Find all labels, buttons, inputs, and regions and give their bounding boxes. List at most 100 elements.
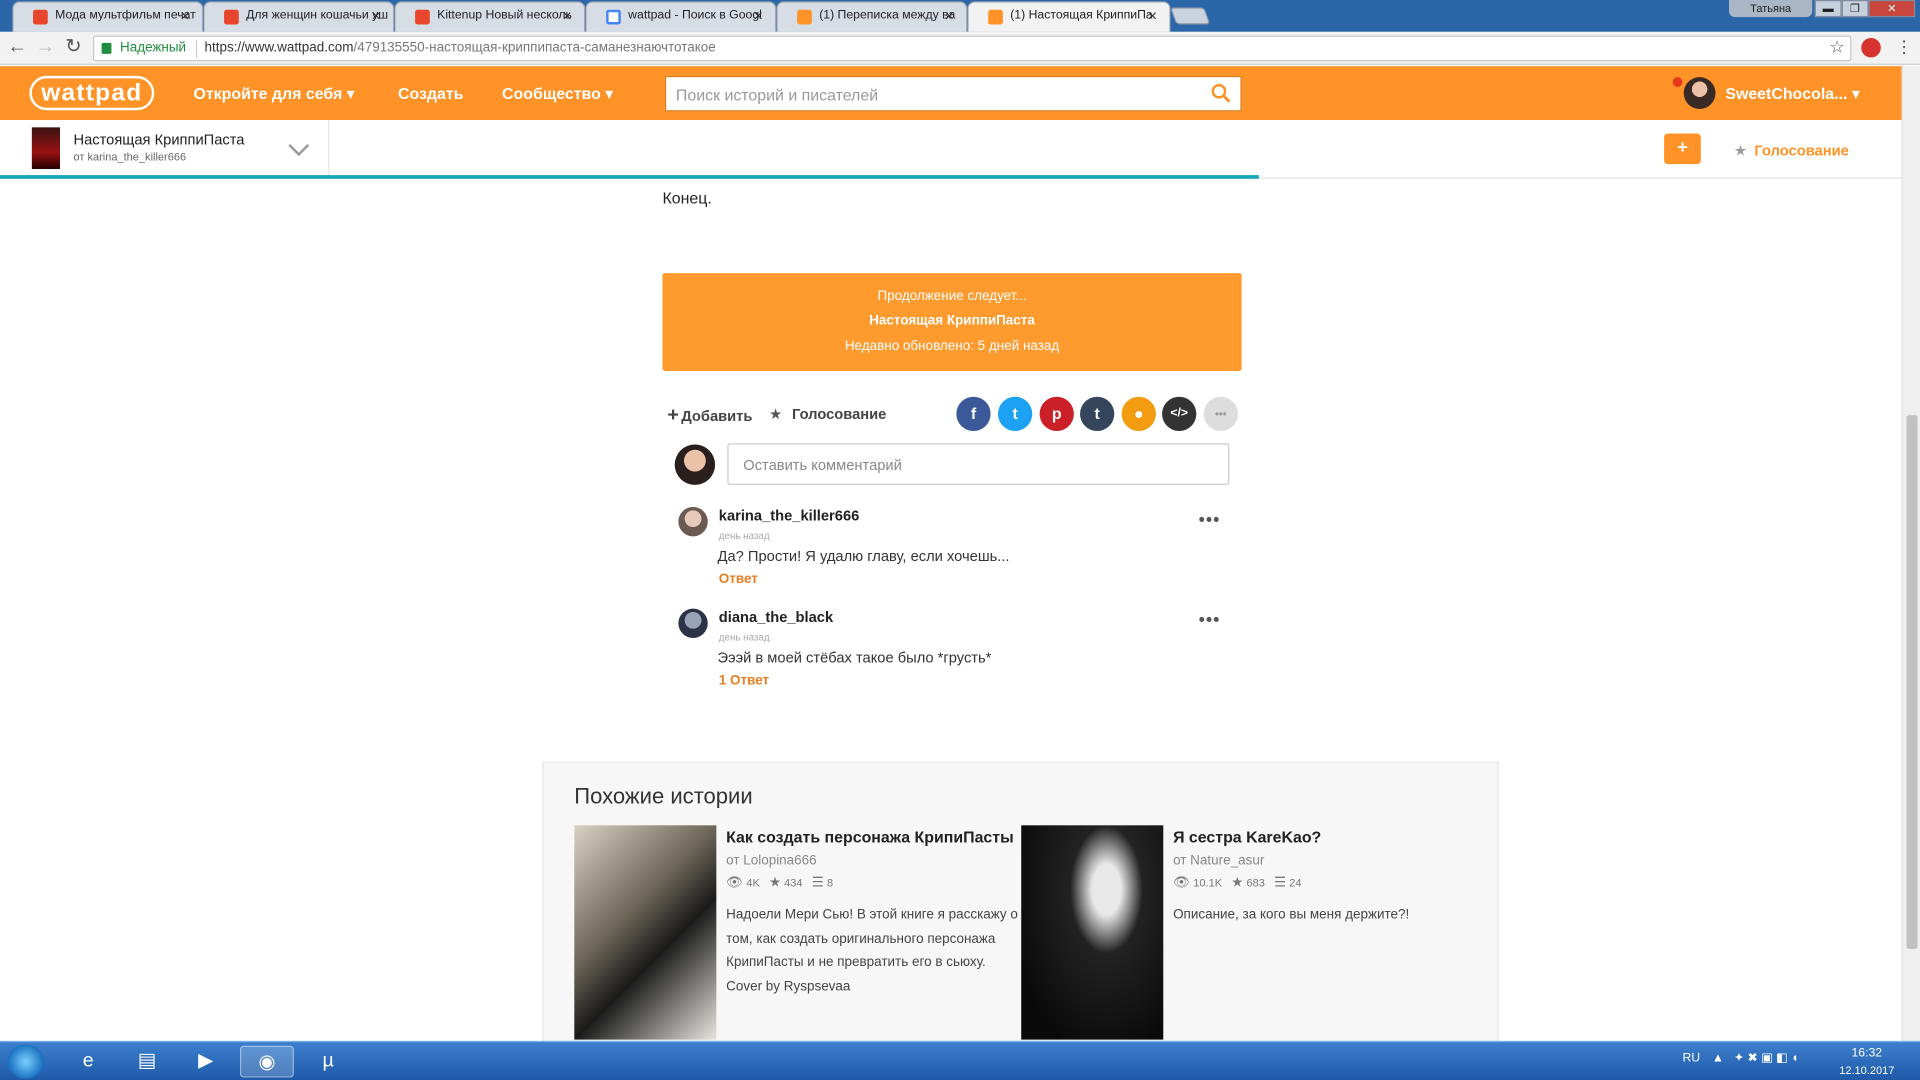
url-path: /479135550-настоящая-криппипаста-саманез… [353,40,716,56]
vote-button[interactable]: ★ Голосование [1734,142,1849,159]
add-button[interactable]: + Добавить [667,405,752,427]
embed-icon[interactable]: </> [1162,396,1197,432]
folder-icon[interactable]: ▤ [120,1046,174,1078]
story-author-link[interactable]: от Lolopina666 [726,853,817,868]
bookmark-star-icon[interactable]: ☆ [1829,37,1844,58]
address-bar[interactable]: Надежный https://www.wattpad.com/4791355… [93,35,1852,62]
browser-tab[interactable]: (1) Переписка между ва × [776,1,968,32]
search-icon[interactable] [1211,83,1231,103]
tab-close-icon[interactable]: × [372,6,381,24]
tumblr-glyph: t [1094,404,1100,423]
story-author[interactable]: от karina_the_killer666 [73,151,186,163]
adblock-extension-icon[interactable] [1861,37,1881,58]
media-player-icon[interactable]: ▶ [179,1046,233,1078]
banner-story-title[interactable]: Настоящая КриппиПаста [662,313,1241,328]
close-window-icon[interactable]: ✕ [1868,0,1916,18]
parts-count: 8 [826,876,834,889]
forward-arrow-icon[interactable]: → [34,37,56,59]
story-stats: 👁 10.1K ★ 683 ☰ 24 [1173,874,1301,891]
tab-close-icon[interactable]: × [563,6,572,24]
wattpad-logo[interactable]: wattpad [29,75,155,111]
comment-time: день назад [718,631,770,643]
reply-link[interactable]: 1 Ответ [719,673,769,688]
window-user-badge[interactable]: Татьяна [1728,0,1813,18]
back-arrow-icon[interactable]: ← [6,37,28,59]
comment-text: Да? Прости! Я удалю главу, если хочешь..… [717,547,1010,565]
story-cover[interactable] [574,825,717,1040]
pinterest-glyph: p [1051,404,1062,423]
windows-taskbar: e ▤ ▶ ◉ µ RU ▲ ✦ ✖ ▣ ◧ ◖ 16:32 12.10.201… [0,1040,1920,1080]
nav-create[interactable]: Создать [398,84,463,102]
clock-time[interactable]: 16:32 [1851,1047,1882,1060]
reads-count: 10.1K [1193,876,1223,889]
chapter-ending-text: Конец. [662,188,712,207]
tray-arrow-icon[interactable]: ▲ [1712,1052,1724,1065]
profile-icon[interactable]: ● [1121,396,1156,432]
tumblr-icon[interactable]: t [1080,396,1115,432]
browser-tab[interactable]: wattpad - Поиск в Googl × [585,1,777,32]
story-cover-thumbnail[interactable] [31,127,61,169]
browser-tab-active[interactable]: (1) Настоящая КриппиПа × [967,1,1171,32]
nav-community[interactable]: Сообщество ▾ [502,84,613,104]
utorrent-icon[interactable]: µ [301,1046,355,1078]
story-stats: 👁 4K ★ 434 ☰ 8 [726,874,834,891]
comment-username[interactable]: karina_the_killer666 [719,507,860,524]
story-title-link[interactable]: Как создать персонажа КрипиПасты [726,828,1014,846]
user-menu[interactable]: SweetChocola... ▾ [1725,84,1859,104]
comment-text: Эээй в моей стёбах такое было *грусть* [717,648,992,667]
tray-apps-icon[interactable]: ✦ ✖ ▣ ◧ ◖ [1734,1052,1799,1065]
facebook-glyph: f [970,404,977,423]
restore-icon[interactable]: ❐ [1841,0,1869,18]
twitter-icon[interactable]: t [997,396,1033,432]
story-title-link[interactable]: Я сестра KareKao? [1173,828,1321,846]
vote-action-button[interactable]: ★ Голосование [769,405,886,422]
page-scrollbar[interactable] [1901,66,1920,1041]
votes-count: 434 [784,876,803,889]
browser-tab[interactable]: Мода мультфильм печат × [12,1,204,32]
reading-progress-bar [0,175,1259,179]
notification-dot[interactable] [1672,77,1683,87]
chevron-down-icon[interactable] [288,135,310,157]
story-title[interactable]: Настоящая КриппиПаста [73,131,244,148]
language-indicator[interactable]: RU [1682,1052,1700,1065]
tab-close-icon[interactable]: × [1148,6,1157,24]
new-tab-button[interactable] [1169,7,1211,25]
tab-close-icon[interactable]: × [180,6,189,24]
more-icon[interactable]: ••• [1203,396,1238,432]
story-author-link[interactable]: от Nature_asur [1173,853,1264,868]
tab-close-icon[interactable]: × [754,6,763,24]
comment-more-icon[interactable]: ••• [1199,509,1221,529]
pinterest-icon[interactable]: p [1039,396,1074,432]
comment-avatar[interactable] [678,506,708,537]
banner-line: Продолжение следует... [877,288,1027,304]
comment-input[interactable]: Оставить комментарий [727,443,1230,485]
comment-more-icon[interactable]: ••• [1199,610,1221,630]
tab-close-icon[interactable]: × [945,6,954,24]
comment-username[interactable]: diana_the_black [719,609,833,626]
url-text[interactable]: https://www.wattpad.com/479135550-настоя… [204,40,715,55]
wattpad-favicon-icon [797,9,812,25]
ie-icon[interactable]: e [61,1046,115,1078]
clock-date[interactable]: 12.10.2017 [1839,1064,1894,1076]
reply-link[interactable]: Ответ [719,572,758,587]
tab-label: Kittenup Новый несколь [437,8,572,23]
minimize-icon[interactable]: ▬ [1814,0,1842,18]
scrollbar-thumb[interactable] [1906,415,1918,949]
start-button[interactable] [7,1044,45,1079]
comment-avatar[interactable] [678,608,708,638]
browser-tab[interactable]: Для женщин кошачьи уш × [203,1,395,32]
nav-discover[interactable]: Откройте для себя ▾ [193,84,354,104]
reload-icon[interactable]: ↻ [62,37,84,59]
url-domain: https://www.wattpad.com [204,40,354,56]
facebook-icon[interactable]: f [956,396,991,432]
browser-menu-icon[interactable]: ⋮ [1896,37,1913,58]
search-input[interactable]: Поиск историй и писателей [664,75,1242,112]
profile-glyph: ● [1133,404,1144,423]
story-cover[interactable] [1021,825,1164,1040]
star-icon: ★ [1231,875,1244,891]
chrome-icon[interactable]: ◉ [240,1045,294,1078]
browser-tab[interactable]: Kittenup Новый несколь × [394,1,586,32]
user-avatar[interactable] [1683,77,1716,109]
add-to-list-button[interactable]: + [1664,133,1701,165]
eye-icon: 👁 [726,875,744,891]
